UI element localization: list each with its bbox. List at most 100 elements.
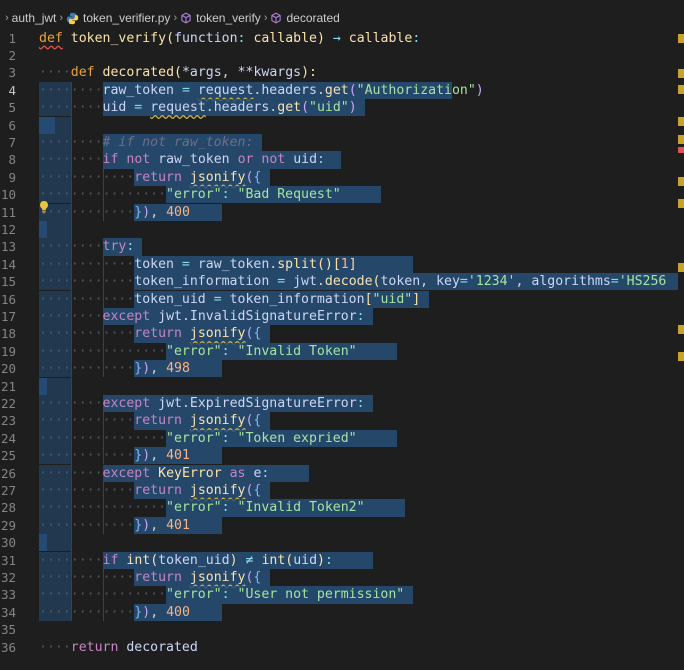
code-line-text[interactable]: ········except KeyError as e: <box>39 465 269 482</box>
code-line[interactable]: 5 ········uid = request.headers.get("uid"… <box>0 99 684 117</box>
code-line-text[interactable]: ················"error": "User not permi… <box>39 586 404 603</box>
code-line[interactable]: 30 <box>0 534 684 552</box>
indent-guide <box>102 412 104 465</box>
code-line-text[interactable]: ········except jwt.InvalidSignatureError… <box>39 308 365 325</box>
line-number: 26 <box>0 465 16 481</box>
warning-marker <box>678 135 684 144</box>
code-token: except <box>102 308 151 324</box>
code-token: InvalidSignatureError <box>189 308 357 324</box>
code-token: "Bad Request" <box>237 187 341 203</box>
breadcrumb-folder[interactable]: › auth_jwt <box>2 11 56 25</box>
code-line-text[interactable]: ············return jsonify({ <box>39 325 261 342</box>
code-line-text[interactable]: ············}), 401 <box>39 517 190 534</box>
code-token: token_information <box>134 274 270 290</box>
code-line-text[interactable]: ················"error": "Invalid Token" <box>39 343 357 360</box>
code-line-text[interactable]: ············}), 498 <box>39 360 190 377</box>
code-line-text[interactable]: ············}), 400 <box>39 204 190 221</box>
code-line-text[interactable]: ········except jwt.ExpiredSignatureError… <box>39 395 365 412</box>
code-line[interactable]: 2 <box>0 47 684 64</box>
code-line-text[interactable]: ········uid = request.headers.get("uid") <box>39 99 357 116</box>
breadcrumb-function[interactable]: token_verify <box>180 11 261 25</box>
code-line[interactable]: 3 ····def decorated(*args, **kwargs): <box>0 64 684 81</box>
code-token: headers <box>261 82 317 98</box>
code-token: try <box>102 239 127 255</box>
code-token: token <box>134 256 174 272</box>
code-token: return <box>134 482 182 498</box>
code-line[interactable]: 31 ········if int(token_uid) ≠ int(uid): <box>0 551 684 569</box>
line-number: 2 <box>8 47 16 63</box>
line-number: 4 <box>8 82 16 98</box>
code-line-text[interactable]: ····def decorated(*args, **kwargs): <box>39 64 317 81</box>
code-line[interactable]: 6 <box>0 116 684 134</box>
code-token: jsonify <box>189 326 246 342</box>
breadcrumb-folder-label: auth_jwt <box>11 11 57 25</box>
code-line-text[interactable]: ················"error": "Invalid Token2… <box>39 499 365 516</box>
line-number: 31 <box>0 552 16 568</box>
code-token: token_uid <box>158 552 230 568</box>
code-line-text[interactable]: ············return jsonify({ <box>39 569 261 586</box>
code-token: '1234' <box>467 274 516 290</box>
chevron-right-icon: › <box>59 12 64 24</box>
breadcrumb-function-label: token_verify <box>196 11 261 25</box>
line-number: 16 <box>0 291 16 307</box>
code-line[interactable]: 13 ········try: <box>0 238 684 256</box>
breadcrumb-symbol[interactable]: decorated <box>270 11 340 25</box>
lightbulb-icon[interactable] <box>38 200 50 214</box>
code-line[interactable]: 26 ········except KeyError as e: <box>0 464 684 482</box>
code-line[interactable]: 7········# if not raw_token: <box>0 133 684 152</box>
line-number: 14 <box>0 256 16 272</box>
code-line-text[interactable]: ····return decorated <box>39 639 198 656</box>
code-editor[interactable]: 1 def token_verify(function: callable) → … <box>0 27 684 670</box>
code-line-text[interactable]: ········raw_token = request.headers.get(… <box>39 82 484 99</box>
indent-guide <box>70 81 72 622</box>
code-line-text[interactable]: ········if not raw_token or not uid: <box>39 151 325 168</box>
breadcrumb-file[interactable]: token_verifier.py <box>66 11 170 25</box>
code-token: "Token expried" <box>237 430 357 446</box>
code-line-text[interactable]: ············return jsonify({ <box>39 412 261 429</box>
code-token: "error" <box>166 343 222 359</box>
code-token: token_information <box>229 291 365 307</box>
code-line-text[interactable]: ················"error": "Token expried" <box>39 430 357 447</box>
code-line[interactable]: 35 <box>0 621 684 638</box>
code-token: 400 <box>166 604 190 620</box>
code-token: jwt <box>293 274 317 290</box>
code-line-text[interactable]: ················"error": "Bad Request" <box>39 186 341 203</box>
code-token: uid <box>293 152 318 168</box>
code-line-text[interactable]: ············return jsonify({ <box>39 482 261 499</box>
code-token: → <box>332 30 341 46</box>
code-line[interactable]: 1 def token_verify(function: callable) → … <box>0 30 684 47</box>
code-token: decorated <box>126 639 198 655</box>
code-line-text[interactable]: ········if int(token_uid) ≠ int(uid): <box>39 552 333 569</box>
code-line-text[interactable]: ············token = raw_token.split()[1] <box>39 256 357 273</box>
code-line-text[interactable]: ············token_information = jwt.deco… <box>39 273 666 290</box>
editor-scrollbar[interactable] <box>678 27 684 670</box>
line-number: 18 <box>0 326 16 342</box>
code-line-text[interactable]: def token_verify(function: callable) → c… <box>39 30 420 47</box>
code-line[interactable]: 21 <box>0 377 684 395</box>
code-line-text[interactable]: ············return jsonify({ <box>39 169 261 186</box>
code-line[interactable]: 4 ········raw_token = request.headers.get… <box>0 81 684 100</box>
code-token: or <box>237 152 254 168</box>
code-token: except <box>102 465 151 481</box>
code-line-text[interactable]: ············}), 400 <box>39 604 190 621</box>
code-line-text[interactable]: ············token_uid = token_informatio… <box>39 291 420 308</box>
code-token: "error" <box>166 500 222 516</box>
code-line[interactable]: 8 ········if not raw_token or not uid: <box>0 151 684 169</box>
warning-marker <box>678 325 684 334</box>
line-number: 1 <box>8 30 16 46</box>
code-line[interactable]: 22 ········except jwt.ExpiredSignatureErr… <box>0 394 684 413</box>
code-token: "User not permission" <box>237 587 405 603</box>
breadcrumb-symbol-label: decorated <box>286 11 340 25</box>
code-line-text[interactable]: ············}), 401 <box>39 447 190 464</box>
code-token: 1 <box>340 256 349 272</box>
code-token: decode <box>324 274 373 290</box>
code-line[interactable]: 17 ········except jwt.InvalidSignatureErr… <box>0 307 684 326</box>
line-number: 30 <box>0 535 16 551</box>
code-token: request <box>150 100 206 116</box>
code-line-text[interactable]: ········try: <box>39 238 134 255</box>
code-token: 400 <box>166 204 190 220</box>
code-line[interactable]: 12 <box>0 220 684 239</box>
code-line[interactable]: 36 ····return decorated <box>0 639 684 656</box>
code-token: if <box>102 552 119 568</box>
chevron-right-icon: › <box>5 12 9 24</box>
